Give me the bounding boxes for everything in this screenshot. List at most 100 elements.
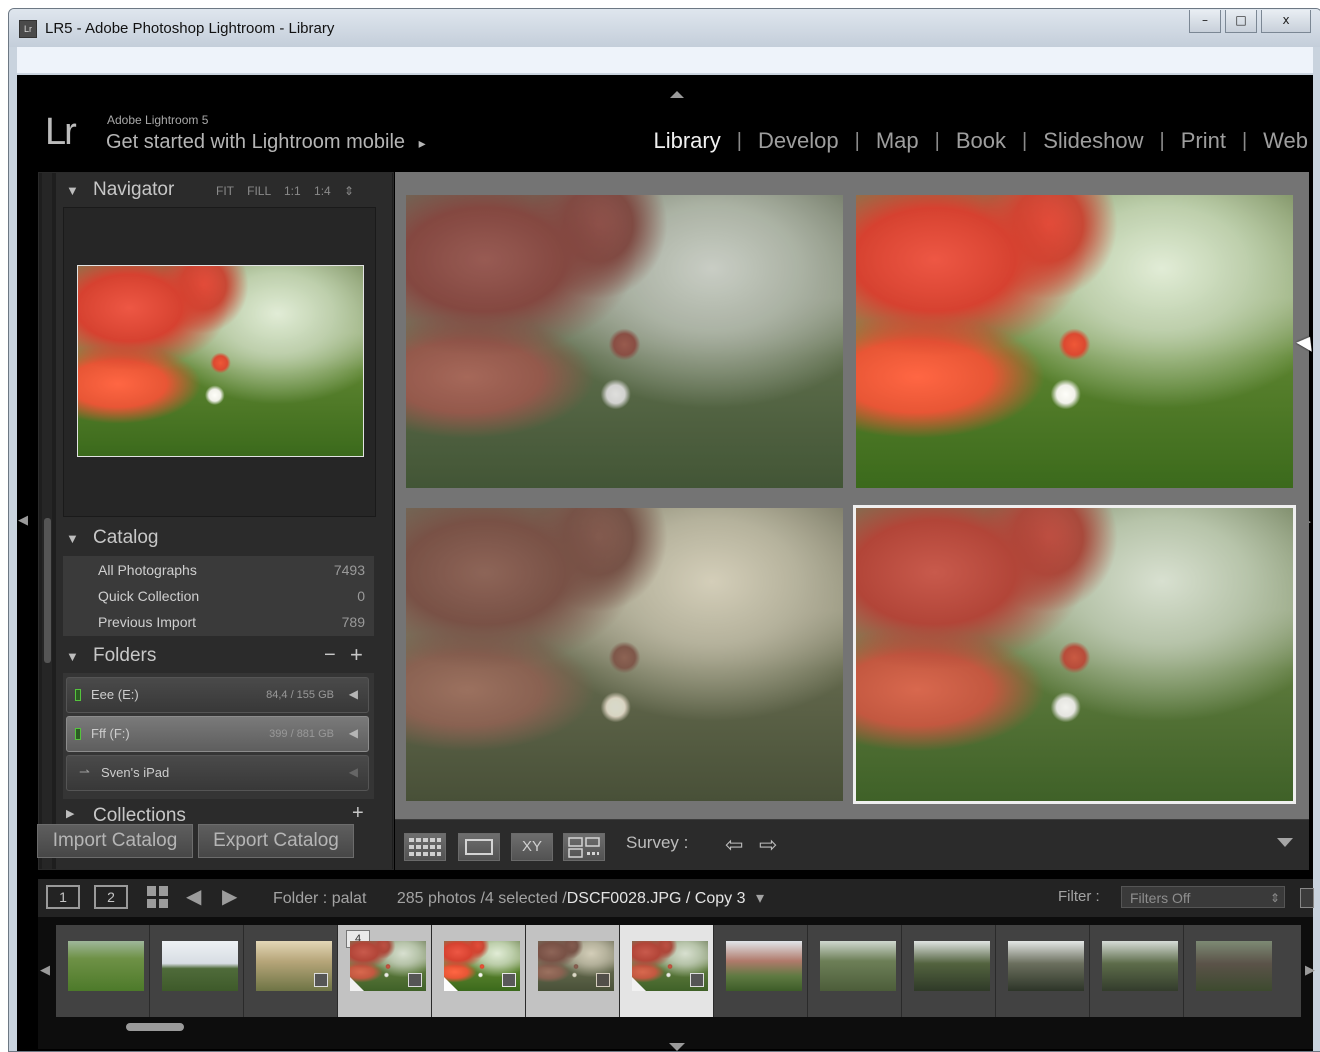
navigator-preview-image[interactable] bbox=[77, 265, 364, 457]
module-map[interactable]: Map bbox=[876, 128, 919, 154]
left-panel-scrollbar[interactable] bbox=[42, 173, 52, 869]
thumbnail-image bbox=[820, 941, 896, 991]
previous-photo-icon[interactable]: ⇦ bbox=[725, 832, 743, 858]
drive-size: 84,4 / 155 GB bbox=[266, 689, 334, 701]
navigator-title: Navigator bbox=[93, 179, 175, 200]
module-book[interactable]: Book bbox=[956, 128, 1006, 154]
left-panel: ▼ Navigator FIT FILL 1:1 1:4 ⇕ ▼ Catalog… bbox=[56, 173, 392, 869]
import-catalog-button[interactable]: Import Catalog bbox=[37, 824, 193, 858]
filmstrip-thumb-people-5[interactable] bbox=[1184, 925, 1301, 1017]
filmstrip-thumb-house[interactable] bbox=[714, 925, 808, 1017]
scrollbar-thumb[interactable] bbox=[44, 518, 51, 663]
forward-arrow-icon[interactable]: ▶ bbox=[222, 884, 237, 909]
secondary-window-button[interactable]: 2 bbox=[94, 885, 128, 909]
catalog-item-label: All Photographs bbox=[98, 562, 197, 578]
menu-bar bbox=[17, 47, 1313, 74]
filmstrip-thumb-selected-2[interactable] bbox=[432, 925, 526, 1017]
toolbar-menu-icon[interactable] bbox=[1277, 838, 1293, 847]
close-button[interactable]: x bbox=[1261, 10, 1311, 33]
left-panel-toggle-icon[interactable]: ◀ bbox=[18, 513, 28, 528]
survey-view-icon[interactable] bbox=[563, 833, 605, 861]
catalog-item-previous-import[interactable]: Previous Import 789 bbox=[63, 609, 373, 635]
drive-svens-ipad[interactable]: ⇀ Sven's iPad ◀ bbox=[66, 755, 369, 791]
drive-status-icon bbox=[75, 689, 81, 701]
app-window: Lr LR5 - Adobe Photoshop Lightroom - Lib… bbox=[8, 8, 1320, 1052]
photo-count: 285 photos /4 selected / bbox=[396, 890, 567, 907]
module-web[interactable]: Web bbox=[1263, 128, 1308, 154]
drive-arrow-icon: ◀ bbox=[348, 687, 358, 701]
collapse-triangle-icon[interactable]: ▼ bbox=[66, 183, 79, 198]
module-slideshow[interactable]: Slideshow bbox=[1043, 128, 1143, 154]
mobile-promo-link[interactable]: Get started with Lightroom mobile ▸ bbox=[106, 131, 426, 154]
filmstrip-scrollbar-thumb[interactable] bbox=[126, 1023, 184, 1031]
filter-lock-icon[interactable] bbox=[1300, 888, 1314, 908]
filmstrip-thumb-landscape[interactable] bbox=[150, 925, 244, 1017]
catalog-item-all-photographs[interactable]: All Photographs 7493 bbox=[63, 557, 373, 583]
filmstrip-thumb-dog[interactable] bbox=[56, 925, 150, 1017]
top-panel-toggle-icon[interactable] bbox=[670, 91, 684, 98]
back-arrow-icon[interactable]: ◀ bbox=[186, 884, 201, 909]
export-catalog-button[interactable]: Export Catalog bbox=[198, 824, 354, 858]
thumbnail-image bbox=[444, 941, 520, 991]
collapse-triangle-icon[interactable]: ▼ bbox=[66, 649, 79, 664]
filmstrip-thumb-field[interactable] bbox=[244, 925, 338, 1017]
module-develop[interactable]: Develop bbox=[758, 128, 839, 154]
survey-photo-3[interactable] bbox=[406, 508, 843, 801]
loupe-view-icon[interactable] bbox=[458, 833, 500, 861]
filmstrip-track: 4 bbox=[56, 925, 1301, 1017]
filmstrip-thumb-selected-3[interactable] bbox=[526, 925, 620, 1017]
filmstrip-thumb-people-3[interactable] bbox=[996, 925, 1090, 1017]
lightroom-app-icon: Lr bbox=[19, 20, 37, 38]
filmstrip-thumb-selected-1[interactable]: 4 bbox=[338, 925, 432, 1017]
source-dropdown-icon[interactable]: ▾ bbox=[756, 890, 764, 907]
filmstrip-source-info[interactable]: Folder : palat 285 photos /4 selected /D… bbox=[273, 888, 764, 908]
drive-arrow-icon: ◀ bbox=[348, 765, 358, 779]
drive-arrow-icon: ◀ bbox=[348, 726, 358, 740]
filmstrip-thumb-people-1[interactable] bbox=[808, 925, 902, 1017]
filmstrip-thumb-selected-4-active[interactable] bbox=[620, 925, 714, 1017]
survey-photo-1[interactable] bbox=[406, 195, 843, 488]
left-panel-buttons: Import Catalog Export Catalog bbox=[34, 817, 370, 865]
module-separator: | bbox=[736, 129, 742, 152]
drive-fff[interactable]: Fff (F:) 399 / 881 GB ◀ bbox=[66, 716, 369, 752]
minimize-button[interactable]: – bbox=[1189, 10, 1221, 33]
drive-status-icon bbox=[75, 728, 81, 740]
catalog-header[interactable]: ▼ Catalog bbox=[56, 521, 392, 555]
filter-value: Filters Off bbox=[1130, 890, 1191, 906]
filmstrip-header: 1 2 ◀ ▶ Folder : palat 285 photos /4 sel… bbox=[38, 879, 1314, 917]
drive-eee[interactable]: Eee (E:) 84,4 / 155 GB ◀ bbox=[66, 677, 369, 713]
next-photo-icon[interactable]: ⇨ bbox=[759, 832, 777, 858]
add-folder-icon[interactable]: + bbox=[350, 642, 363, 668]
survey-photo-2[interactable] bbox=[856, 195, 1293, 488]
navigator-header[interactable]: ▼ Navigator FIT FILL 1:1 1:4 ⇕ bbox=[56, 173, 392, 207]
module-library[interactable]: Library bbox=[653, 128, 720, 154]
navigator-zoom-options[interactable]: FIT FILL 1:1 1:4 ⇕ bbox=[216, 184, 354, 198]
folders-header[interactable]: ▼ Folders − + bbox=[56, 639, 392, 673]
virtual-copy-icon bbox=[444, 977, 458, 991]
window-title: LR5 - Adobe Photoshop Lightroom - Librar… bbox=[45, 20, 335, 37]
catalog-item-quick-collection[interactable]: Quick Collection 0 bbox=[63, 583, 373, 609]
module-print[interactable]: Print bbox=[1181, 128, 1226, 154]
grid-icon[interactable] bbox=[147, 886, 169, 908]
filmstrip-thumb-people-2[interactable] bbox=[902, 925, 996, 1017]
filmstrip-thumb-people-4[interactable] bbox=[1090, 925, 1184, 1017]
remove-folder-icon[interactable]: − bbox=[324, 644, 336, 667]
main-window-button[interactable]: 1 bbox=[46, 885, 80, 909]
grid-view-icon[interactable] bbox=[404, 833, 446, 861]
virtual-copy-icon bbox=[350, 977, 364, 991]
thumbnail-image bbox=[538, 941, 614, 991]
catalog-item-label: Quick Collection bbox=[98, 588, 200, 604]
folders-title: Folders bbox=[93, 645, 157, 666]
compare-view-icon[interactable]: XY bbox=[511, 833, 553, 861]
title-bar[interactable]: Lr LR5 - Adobe Photoshop Lightroom - Lib… bbox=[9, 9, 1320, 47]
survey-photo-4-active[interactable] bbox=[853, 505, 1296, 804]
collapse-triangle-icon[interactable]: ▼ bbox=[66, 531, 79, 546]
edited-badge-icon bbox=[408, 973, 422, 987]
filmstrip-scroll-right-icon[interactable]: ▶ bbox=[1305, 963, 1315, 978]
catalog-item-count: 789 bbox=[341, 614, 365, 630]
filmstrip-scroll-left-icon[interactable]: ◀ bbox=[40, 963, 50, 978]
module-separator: | bbox=[854, 129, 860, 152]
thumbnail-image bbox=[632, 941, 708, 991]
filter-select[interactable]: Filters Off ⇕ bbox=[1121, 886, 1285, 908]
maximize-button[interactable]: □ bbox=[1225, 10, 1257, 33]
